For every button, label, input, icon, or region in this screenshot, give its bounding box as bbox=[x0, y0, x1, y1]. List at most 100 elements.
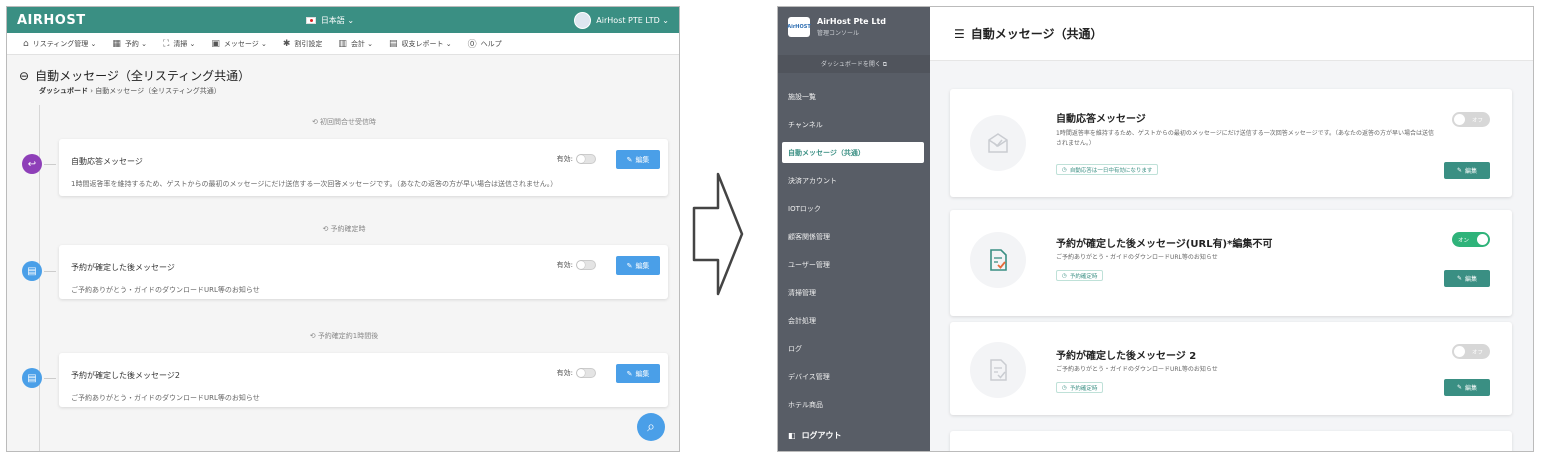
trigger-tag: ◷ 予約確定時 bbox=[1056, 382, 1104, 393]
menu-label: 収支レポート ⌄ bbox=[401, 39, 452, 48]
message-card bbox=[950, 431, 1512, 452]
menu-label: メッセージ ⌄ bbox=[223, 39, 267, 48]
breadcrumb-home[interactable]: ダッシュボード bbox=[39, 87, 88, 95]
avatar bbox=[574, 11, 592, 29]
message-icon: ▣ bbox=[211, 38, 220, 49]
page-header: ☰ 自動メッセージ（共通） bbox=[930, 7, 1533, 61]
timeline-connector bbox=[44, 164, 56, 165]
timeline-dot: ▤ bbox=[22, 261, 42, 281]
toggle[interactable] bbox=[576, 260, 596, 270]
old-content: ⊖ 自動メッセージ（全リスティング共通） ダッシュボード › 自動メッセージ（全… bbox=[7, 55, 679, 451]
page-title: ⊖ 自動メッセージ（全リスティング共通） bbox=[19, 67, 250, 84]
sidebar-item-iot-lock[interactable]: IOTロック bbox=[778, 195, 930, 223]
logout-button[interactable]: ◧ ログアウト bbox=[788, 430, 842, 441]
edit-button[interactable]: ✎ 編集 bbox=[616, 256, 660, 275]
card-title: 自動応答メッセージ bbox=[1056, 114, 1146, 125]
menu-item-listing[interactable]: ⌂ リスティング管理 ⌄ bbox=[23, 39, 96, 49]
enable-toggle[interactable]: オン bbox=[1452, 232, 1490, 247]
document-check-icon bbox=[970, 232, 1026, 288]
toggle-label: オン bbox=[1458, 237, 1470, 244]
sidebar-nav: 施設一覧 チャンネル 自動メッセージ（共通） 決済アカウント IOTロック 顧客… bbox=[778, 83, 930, 419]
sidebar-item-devices[interactable]: デバイス管理 bbox=[778, 363, 930, 391]
card-title: 予約が確定した後メッセージ 2 bbox=[1056, 351, 1197, 362]
logout-icon: ◧ bbox=[788, 431, 796, 440]
calendar-icon: ▦ bbox=[112, 38, 121, 49]
timeline-dot: ▤ bbox=[22, 368, 42, 388]
menu-item-discount[interactable]: ✱ 割引設定 bbox=[283, 39, 323, 49]
brand-name: AirHost Pte Ltd bbox=[817, 17, 886, 26]
help-icon: ⓪ bbox=[467, 40, 477, 50]
edit-button[interactable]: ✎ 編集 bbox=[1444, 379, 1490, 396]
menu-item-accounting[interactable]: ▥ 会計 ⌄ bbox=[338, 39, 373, 49]
sidebar-item-cleaning[interactable]: 清掃管理 bbox=[778, 279, 930, 307]
right-arrow-icon bbox=[692, 172, 744, 296]
sidebar-item-users[interactable]: ユーザー管理 bbox=[778, 251, 930, 279]
edit-button[interactable]: ✎ 編集 bbox=[1444, 162, 1490, 179]
sidebar-item-channel[interactable]: チャンネル bbox=[778, 111, 930, 139]
toggle[interactable] bbox=[576, 368, 596, 378]
clock-icon: ⟲ bbox=[311, 118, 321, 126]
account-menu[interactable]: AirHost PTE LTD ⌄ bbox=[574, 11, 669, 29]
enable-toggle[interactable] bbox=[1452, 451, 1490, 452]
toggle[interactable] bbox=[576, 154, 596, 164]
sidebar-item-payment[interactable]: 決済アカウント bbox=[778, 167, 930, 195]
account-name: AirHost PTE LTD ⌄ bbox=[596, 15, 669, 25]
pencil-icon: ✎ bbox=[1456, 275, 1462, 282]
edit-button[interactable]: ✎ 編集 bbox=[616, 150, 660, 169]
edit-button[interactable]: ✎ 編集 bbox=[1444, 270, 1490, 287]
list-icon: ☰ bbox=[954, 26, 965, 41]
menu-label: 会計 ⌄ bbox=[350, 39, 374, 48]
brand-logo: AirHOST bbox=[787, 17, 811, 37]
enabled-switch[interactable]: 有効: bbox=[557, 154, 596, 164]
menu-item-reservation[interactable]: ▦ 予約 ⌄ bbox=[112, 39, 147, 49]
enabled-switch[interactable]: 有効: bbox=[557, 368, 596, 378]
card-description: ご予約ありがとう・ガイドのダウンロードURL等のお知らせ bbox=[1056, 254, 1218, 261]
card-title: 予約が確定した後メッセージ bbox=[71, 263, 175, 272]
message-card: 予約が確定した後メッセージ2 有効: ✎ 編集 ご予約ありがとう・ガイドのダウンロ… bbox=[59, 353, 668, 407]
page-title-text: 自動メッセージ（全リスティング共通） bbox=[35, 69, 251, 83]
clock-icon: ◷ bbox=[1062, 166, 1067, 173]
menu-item-report[interactable]: ▤ 収支レポート ⌄ bbox=[389, 39, 452, 49]
trigger-text: 初回問合せ受信時 bbox=[320, 118, 377, 126]
sidebar-item-facilities[interactable]: 施設一覧 bbox=[778, 83, 930, 111]
toggle-label: オフ bbox=[1471, 349, 1483, 356]
toggle-label: オフ bbox=[1471, 117, 1483, 124]
pencil-icon: ✎ bbox=[626, 155, 633, 164]
sidebar-item-log[interactable]: ログ bbox=[778, 335, 930, 363]
sidebar-item-accounting[interactable]: 会計処理 bbox=[778, 307, 930, 335]
sidebar-item-crm[interactable]: 顧客関係管理 bbox=[778, 223, 930, 251]
menu-item-cleaning[interactable]: ⛶ 清掃 ⌄ bbox=[163, 39, 195, 49]
sidebar: AirHOST AirHost Pte Ltd 管理コンソール ダッシュボードを… bbox=[778, 7, 930, 451]
tag-label: 自動応答は一日中有効になります bbox=[1069, 167, 1153, 174]
trigger-label: ⟲ 予約確定約1時間後 bbox=[7, 331, 679, 341]
clock-icon: ◷ bbox=[1062, 384, 1067, 391]
trigger-label: ⟲ 予約確定時 bbox=[7, 224, 679, 234]
brand: AirHOST AirHost Pte Ltd 管理コンソール bbox=[778, 7, 930, 47]
menu-item-help[interactable]: ⓪ ヘルプ bbox=[467, 37, 502, 51]
language-selector[interactable]: 日本語 ⌄ bbox=[305, 15, 354, 26]
enabled-switch[interactable]: 有効: bbox=[557, 260, 596, 270]
trigger-text: 予約確定時 bbox=[330, 225, 366, 233]
reply-icon: ↩ bbox=[27, 158, 37, 170]
edit-label: 編集 bbox=[635, 261, 650, 270]
menu-item-message[interactable]: ▣ メッセージ ⌄ bbox=[211, 39, 266, 49]
message-icon: ▤ bbox=[27, 265, 37, 277]
enable-toggle[interactable]: オフ bbox=[1452, 344, 1490, 359]
breadcrumb: ダッシュボード › 自動メッセージ（全リスティング共通） bbox=[39, 86, 221, 96]
brand-subtitle: 管理コンソール bbox=[817, 30, 860, 37]
gear-icon: ✱ bbox=[282, 38, 291, 49]
edit-label: 編集 bbox=[635, 155, 650, 164]
open-dashboard-button[interactable]: ダッシュボードを開く ⧉ bbox=[778, 55, 930, 73]
back-arrow-icon[interactable]: ⊖ bbox=[19, 69, 29, 83]
sidebar-item-auto-message[interactable]: 自動メッセージ（共通） bbox=[782, 142, 924, 163]
logo[interactable]: AIRHOST bbox=[17, 13, 86, 28]
page-title: 自動メッセージ（共通） bbox=[970, 27, 1103, 41]
edit-button[interactable]: ✎ 編集 bbox=[616, 364, 660, 383]
search-fab[interactable]: ⌕ bbox=[637, 413, 665, 441]
breadcrumb-current: 自動メッセージ（全リスティング共通） bbox=[95, 87, 221, 95]
card-title: 予約が確定した後メッセージ(URL有)*編集不可 bbox=[1056, 239, 1273, 250]
edit-label: 編集 bbox=[635, 369, 650, 378]
sidebar-item-hotel-products[interactable]: ホテル商品 bbox=[778, 391, 930, 419]
enable-toggle[interactable]: オフ bbox=[1452, 112, 1490, 127]
pencil-icon: ✎ bbox=[1456, 384, 1462, 391]
